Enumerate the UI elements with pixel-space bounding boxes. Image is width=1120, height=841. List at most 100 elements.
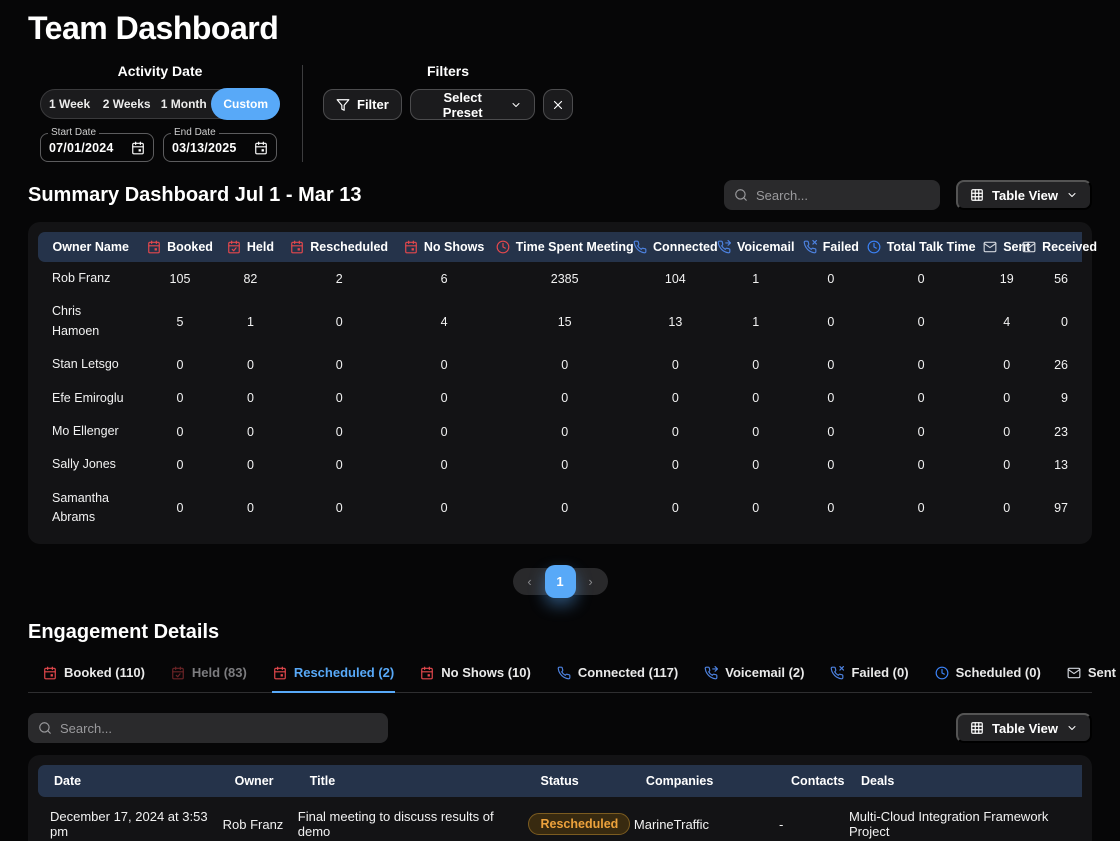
engagement-deals-cell: Multi-Cloud Integration Framework Projec…: [845, 797, 1082, 841]
calendar-icon: [404, 240, 418, 254]
connected-cell: 0: [635, 482, 715, 535]
start-date-field[interactable]: Start Date 07/01/2024: [40, 133, 154, 162]
end-date-field[interactable]: End Date 03/13/2025: [163, 133, 277, 162]
filter-button[interactable]: Filter: [323, 89, 402, 120]
engagement-owner-cell: Rob Franz: [219, 797, 294, 841]
engagement-tab[interactable]: Failed (0): [829, 656, 909, 693]
summary-search-input[interactable]: [756, 188, 930, 203]
close-icon: [551, 98, 565, 112]
engagement-search-input[interactable]: [60, 721, 378, 736]
failed-cell: 0: [796, 295, 866, 348]
end-date-label: End Date: [171, 127, 219, 138]
booked-cell: 0: [143, 348, 216, 381]
funnel-icon: [336, 98, 350, 112]
select-preset-dropdown[interactable]: Select Preset: [410, 89, 535, 120]
engagement-tab[interactable]: Scheduled (0): [934, 656, 1042, 693]
engagement-companies-cell: MarineTraffic: [630, 797, 775, 841]
pagination-prev-button[interactable]: ‹: [517, 574, 543, 589]
summary-column-header: Failed: [796, 232, 866, 262]
failed-cell: 0: [796, 348, 866, 381]
booked-cell: 5: [143, 295, 216, 348]
end-date-value: 03/13/2025: [172, 141, 237, 155]
activity-range-option[interactable]: 1 Week: [41, 90, 98, 118]
rescheduled-cell: 0: [284, 295, 394, 348]
connected-cell: 0: [635, 415, 715, 448]
summary-column-header: Time Spent Meeting: [494, 232, 635, 262]
summary-column-header: Voicemail: [716, 232, 796, 262]
owner-name-cell: Efe Emiroglu: [38, 382, 143, 415]
engagement-tabs: Booked (110) Held (83) Rescheduled (2) N…: [28, 656, 1092, 693]
engagement-tab[interactable]: Voicemail (2): [703, 656, 805, 693]
total-talk-time-cell: 0: [866, 415, 977, 448]
engagement-details-title: Engagement Details: [28, 621, 1092, 644]
summary-table: Owner Name Booked: [38, 232, 1082, 534]
held-cell: 1: [217, 295, 285, 348]
grid-icon: [970, 188, 984, 202]
status-badge: Rescheduled: [528, 813, 630, 835]
summary-table-view-label: Table View: [992, 188, 1058, 203]
chevron-down-icon: [1066, 189, 1078, 201]
connected-cell: 0: [635, 382, 715, 415]
phone-icon: [557, 666, 571, 680]
received-cell: 23: [1037, 415, 1082, 448]
summary-table-view-button[interactable]: Table View: [956, 180, 1092, 210]
rescheduled-cell: 2: [284, 262, 394, 295]
engagement-tab[interactable]: Connected (117): [556, 656, 679, 693]
start-date-value: 07/01/2024: [49, 141, 114, 155]
held-cell: 0: [217, 415, 285, 448]
rescheduled-cell: 0: [284, 448, 394, 481]
engagement-tab[interactable]: Booked (110): [42, 656, 146, 693]
calendar-icon: [43, 666, 57, 680]
no-shows-cell: 0: [394, 482, 494, 535]
sent-cell: 19: [976, 262, 1037, 295]
summary-table-row: Rob Franz 105 82 2 6 2385 104 1 0 0 19 5…: [38, 262, 1082, 295]
summary-column-header: Booked: [143, 232, 216, 262]
booked-cell: 105: [143, 262, 216, 295]
engagement-tab[interactable]: Sent (23): [1066, 656, 1120, 693]
time-spent-meeting-cell: 15: [494, 295, 635, 348]
clock-icon: [935, 666, 949, 680]
clock-icon: [867, 240, 881, 254]
held-cell: 0: [217, 382, 285, 415]
engagement-table-row[interactable]: December 17, 2024 at 3:53 pm Rob Franz F…: [38, 797, 1082, 841]
total-talk-time-cell: 0: [866, 348, 977, 381]
summary-column-header: Connected: [635, 232, 715, 262]
engagement-column-header: Contacts: [775, 765, 845, 797]
activity-date-label: Activity Date: [40, 63, 280, 79]
calendar-icon[interactable]: [131, 141, 145, 155]
calendar-icon[interactable]: [254, 141, 268, 155]
phone-missed-icon: [803, 240, 817, 254]
activity-range-option[interactable]: Custom: [211, 88, 280, 120]
engagement-tab[interactable]: Held (83): [170, 656, 248, 693]
start-date-label: Start Date: [48, 127, 99, 138]
voicemail-cell: 0: [716, 482, 796, 535]
filter-button-label: Filter: [357, 97, 389, 112]
filters-section: Filters Filter Select Preset: [323, 63, 573, 162]
summary-title: Summary Dashboard Jul 1 - Mar 13: [28, 184, 361, 207]
pagination-page-1-button[interactable]: 1: [545, 565, 576, 598]
summary-table-row: Efe Emiroglu 0 0 0 0 0 0 0 0 0 0 9: [38, 382, 1082, 415]
clock-icon: [496, 240, 510, 254]
total-talk-time-cell: 0: [866, 262, 977, 295]
clear-filters-button[interactable]: [543, 89, 573, 120]
pagination-pill: ‹ 1 ›: [513, 568, 608, 595]
owner-name-cell: Chris Hamoen: [38, 295, 143, 348]
time-spent-meeting-cell: 0: [494, 415, 635, 448]
summary-search-box: [724, 180, 940, 210]
received-cell: 9: [1037, 382, 1082, 415]
engagement-tab[interactable]: No Shows (10): [419, 656, 532, 693]
activity-range-option[interactable]: 1 Month: [155, 90, 212, 118]
no-shows-cell: 6: [394, 262, 494, 295]
activity-range-option[interactable]: 2 Weeks: [98, 90, 155, 118]
summary-tools: Table View: [724, 180, 1092, 210]
total-talk-time-cell: 0: [866, 382, 977, 415]
engagement-tab[interactable]: Rescheduled (2): [272, 656, 395, 693]
voicemail-cell: 1: [716, 262, 796, 295]
pagination-next-button[interactable]: ›: [578, 574, 604, 589]
booked-cell: 0: [143, 448, 216, 481]
received-cell: 97: [1037, 482, 1082, 535]
connected-cell: 0: [635, 448, 715, 481]
connected-cell: 13: [635, 295, 715, 348]
failed-cell: 0: [796, 262, 866, 295]
engagement-table-view-button[interactable]: Table View: [956, 713, 1092, 743]
